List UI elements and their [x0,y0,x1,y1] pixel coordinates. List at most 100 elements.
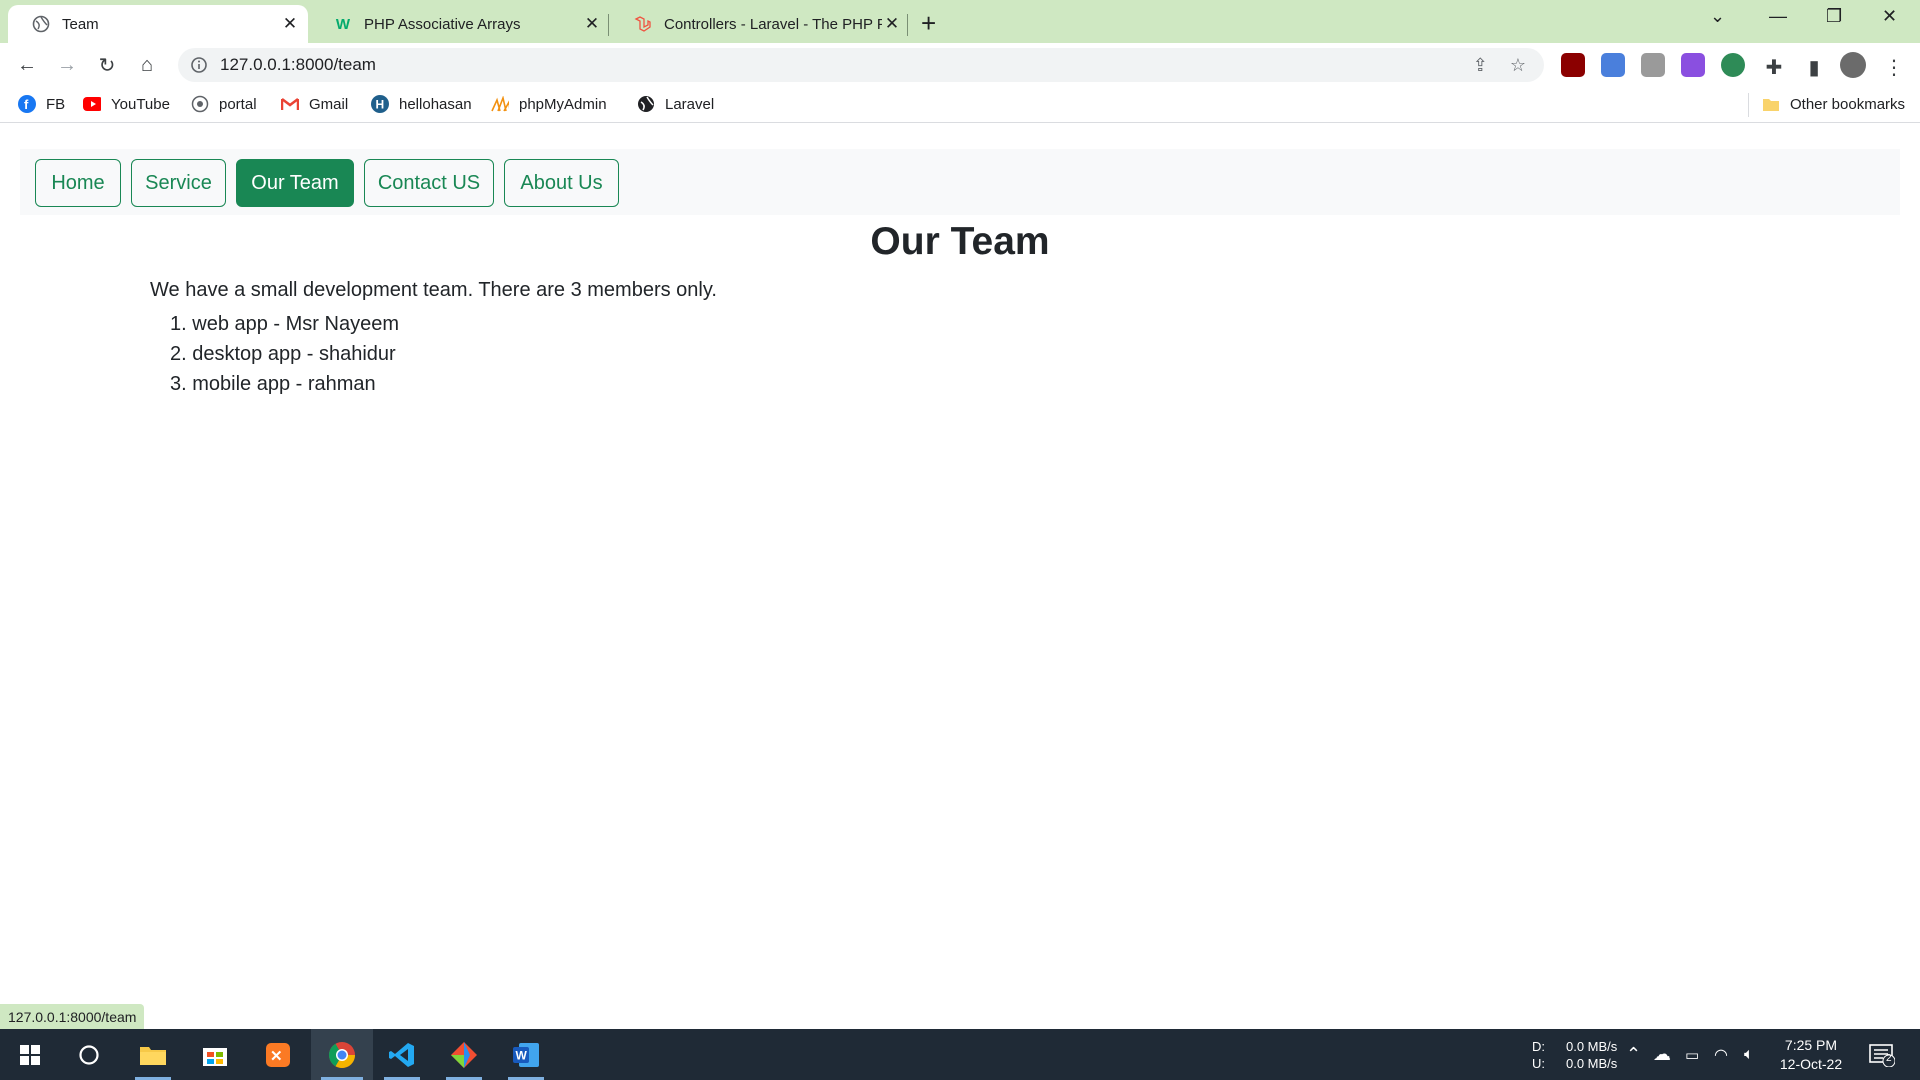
wifi-icon[interactable]: ◠ [1714,1029,1728,1080]
facebook-icon: f [18,95,36,113]
list-item: 1. web app - Msr Nayeem [150,309,399,339]
home-icon[interactable]: ⌂ [133,51,161,79]
other-bookmarks[interactable]: Other bookmarks [1762,95,1905,113]
tab-php-associative-arrays[interactable]: W PHP Associative Arrays ✕ [310,5,610,43]
puzzle-icon[interactable]: ✚ [1760,53,1788,81]
tab-team[interactable]: Team ✕ [8,5,308,43]
tab-separator [907,14,908,36]
restore-icon[interactable]: ❐ [1826,6,1842,27]
bookmark-phpmyadmin[interactable]: phpMyAdmin [491,95,607,113]
net-speed-values: 0.0 MB/s 0.0 MB/s [1566,1029,1617,1080]
download-speed: 0.0 MB/s [1566,1038,1618,1054]
bookmark-laravel[interactable]: Laravel [637,95,714,113]
tab-strip: Team ✕ W PHP Associative Arrays ✕ Contro… [0,0,1920,43]
globe-icon [32,15,50,33]
cortana-icon[interactable] [61,1029,117,1080]
nav-our-team[interactable]: Our Team [236,159,354,207]
clock[interactable]: 7:25 PM 12-Oct-22 [1776,1029,1846,1080]
chrome-icon[interactable] [311,1029,373,1080]
minimize-icon[interactable]: — [1769,6,1787,27]
nav-about-us[interactable]: About Us [504,159,619,207]
battery-icon[interactable]: ▭ [1685,1029,1699,1080]
upload-label: U: [1532,1055,1545,1071]
member-text: desktop app - shahidur [192,343,396,365]
close-icon[interactable]: ✕ [280,14,300,34]
tab-title: Team [62,15,99,33]
site-navbar: Home Service Our Team Contact US About U… [20,149,1900,215]
extension-icon[interactable] [1681,53,1705,77]
status-bubble: 127.0.0.1:8000/team [0,1004,145,1029]
bookmark-label: Gmail [309,95,349,113]
svg-text:W: W [516,1048,528,1062]
tab-separator [608,14,609,36]
word-icon[interactable]: W [498,1029,554,1080]
tab-title: Controllers - Laravel - The PHP Fr [664,15,882,33]
bookmark-youtube[interactable]: YouTube [83,95,170,113]
new-tab-icon[interactable]: + [921,8,936,39]
extension-icon[interactable] [1641,53,1665,77]
bookmark-star-icon[interactable]: ☆ [1510,55,1526,76]
bookmark-fb[interactable]: f FB [18,95,65,113]
phpmyadmin-icon [491,95,509,113]
upload-speed: 0.0 MB/s [1566,1055,1618,1071]
bookmark-hellohasan[interactable]: H hellohasan [371,95,472,113]
git-gui-icon[interactable] [436,1029,492,1080]
nav-service[interactable]: Service [131,159,226,207]
menu-icon[interactable]: ⋮ [1880,53,1908,81]
close-icon[interactable]: ✕ [882,14,902,34]
hellohasan-icon: H [371,95,389,113]
bookmark-label: YouTube [111,95,170,113]
xampp-icon[interactable]: ✕ [250,1029,306,1080]
laravel-icon [634,15,652,33]
tab-laravel-controllers[interactable]: Controllers - Laravel - The PHP Fr ✕ [610,5,910,43]
youtube-icon [83,95,101,113]
tab-title: PHP Associative Arrays [364,15,521,33]
notification-count: 2 [1886,1053,1892,1064]
other-bookmarks-label: Other bookmarks [1790,95,1906,113]
microsoft-store-icon[interactable] [187,1029,243,1080]
browser-toolbar: ← → ↻ ⌂ 127.0.0.1:8000/team ⇪ ☆ ✚ ▮ ⋮ [0,43,1920,87]
site-info-icon[interactable] [190,56,208,74]
file-explorer-icon[interactable] [125,1029,181,1080]
bookmark-portal[interactable]: portal [191,95,257,113]
volume-icon[interactable]: 🔈︎ [1744,1029,1754,1080]
svg-text:✕: ✕ [270,1048,283,1065]
clock-date: 12-Oct-22 [1779,1055,1843,1072]
avatar[interactable] [1840,52,1866,78]
forward-icon[interactable]: → [53,51,81,79]
address-bar[interactable]: 127.0.0.1:8000/team ⇪ ☆ [178,48,1544,82]
notification-center-icon[interactable]: 2 [1869,1029,1895,1080]
bookmarks-divider [1748,93,1749,117]
page-title: Our Team [870,220,1050,263]
close-icon[interactable]: ✕ [582,14,602,34]
vscode-icon[interactable] [374,1029,430,1080]
bookmark-label: portal [219,95,257,113]
bookmarks-bar: f FB YouTube portal Gmail H hellohasan p… [0,87,1920,123]
show-hidden-icons-icon[interactable]: ⌃ [1626,1029,1641,1080]
folder-icon [1762,95,1780,113]
nav-contact-us[interactable]: Contact US [364,159,494,207]
onedrive-icon[interactable]: ☁ [1653,1029,1671,1080]
list-number: 3. [170,373,193,395]
portal-icon [191,95,209,113]
window-close-icon[interactable]: ✕ [1882,6,1897,27]
ublock-icon[interactable] [1561,53,1585,77]
windows-start-icon[interactable] [2,1029,58,1080]
nav-home[interactable]: Home [35,159,121,207]
list-number: 2. [170,343,193,365]
bookmark-label: FB [46,95,66,113]
side-panel-icon[interactable]: ▮ [1800,53,1828,81]
bookmark-gmail[interactable]: Gmail [281,95,348,113]
download-label: D: [1532,1038,1545,1054]
member-text: web app - Msr Nayeem [192,313,399,335]
reload-icon[interactable]: ↻ [93,51,121,79]
url-text: 127.0.0.1:8000/team [220,55,376,74]
page-content: Home Service Our Team Contact US About U… [0,124,1920,1029]
share-icon[interactable]: ⇪ [1473,55,1488,76]
extension-icon[interactable] [1721,53,1745,77]
back-icon[interactable]: ← [13,51,41,79]
team-intro: We have a small development team. There … [150,279,717,301]
translate-icon[interactable] [1601,53,1625,77]
svg-text:H: H [376,98,385,112]
tab-search-icon[interactable]: ⌄ [1710,6,1725,27]
